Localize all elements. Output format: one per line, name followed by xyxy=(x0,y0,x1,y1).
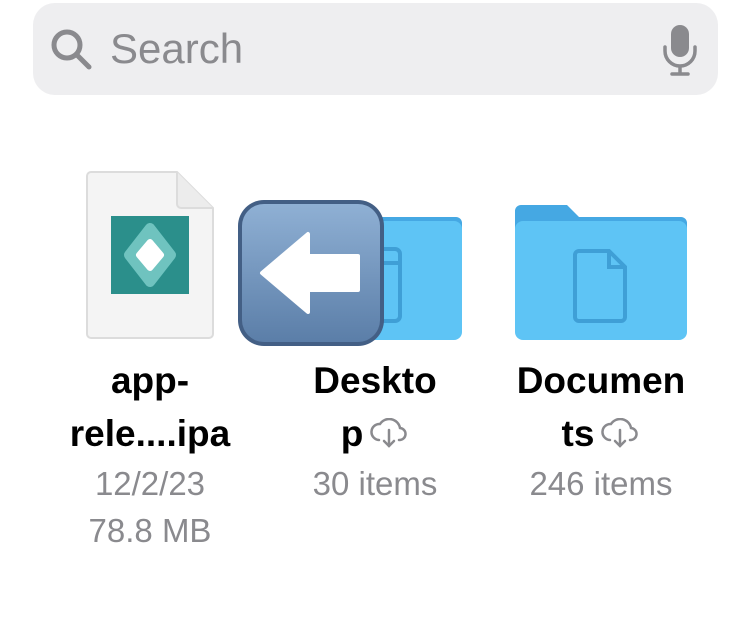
mic-icon[interactable] xyxy=(662,23,698,77)
file-name-line1: app- xyxy=(110,360,190,401)
file-date: 12/2/23 xyxy=(94,465,206,502)
file-size: 78.8 MB xyxy=(88,512,212,549)
cloud-download-icon xyxy=(601,418,639,448)
search-icon xyxy=(51,29,92,70)
folder-name-line1: Documen xyxy=(516,360,686,401)
folder-documents-icon xyxy=(515,205,687,340)
file-name-line2: rele....ipa xyxy=(69,413,231,454)
folder-count: 30 items xyxy=(312,465,438,502)
document-file-icon xyxy=(86,171,214,339)
search-input[interactable]: Search xyxy=(110,25,243,73)
folder-name-line1: Deskto xyxy=(313,360,437,401)
back-arrow-icon[interactable] xyxy=(236,198,386,348)
folder-name-line2: p xyxy=(255,407,495,460)
folder-name-line2: ts xyxy=(481,407,721,460)
cloud-download-icon xyxy=(370,418,408,448)
folder-count: 246 items xyxy=(529,465,673,502)
search-bar[interactable]: Search xyxy=(33,3,718,95)
folder-name-line2-text: p xyxy=(340,413,364,454)
folder-name-line2-text: ts xyxy=(561,413,595,454)
